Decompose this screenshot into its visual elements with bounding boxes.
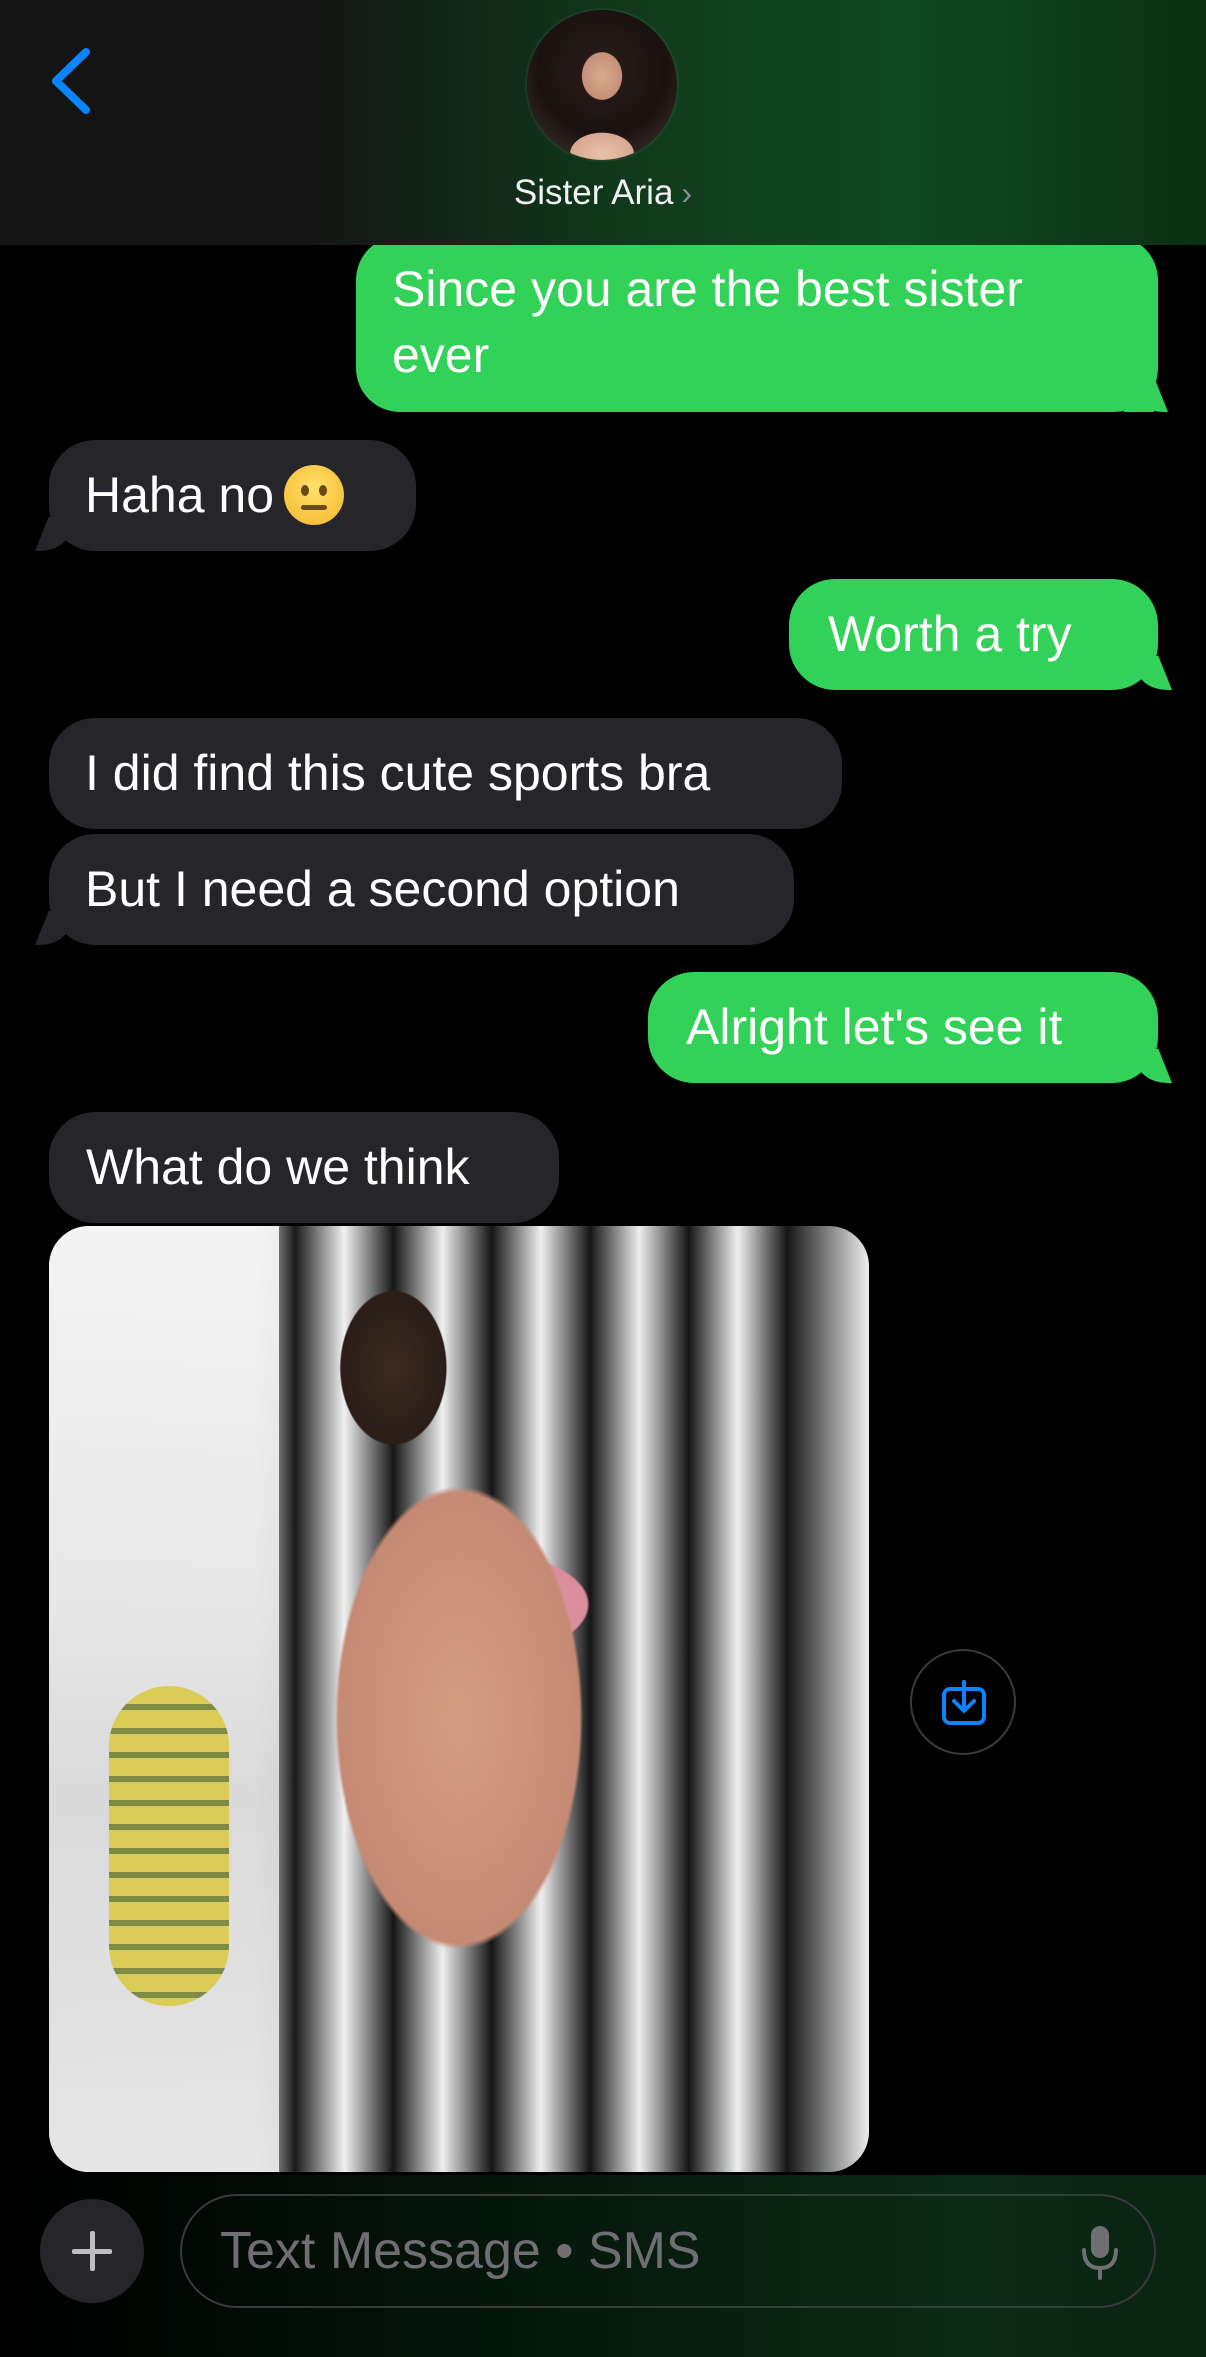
message-text: Haha no <box>85 467 275 523</box>
message-bubble-incoming[interactable]: I did find this cute sports bra <box>49 718 842 829</box>
chevron-left-icon[interactable] <box>46 46 96 116</box>
photo-attachment[interactable] <box>49 1226 869 2172</box>
chevron-right-icon: › <box>681 175 693 211</box>
message-text: I did find this cute sports bra <box>85 745 711 801</box>
contact-name[interactable]: Sister Aria › <box>0 173 1206 213</box>
message-bubble-outgoing[interactable]: Alright let's see it <box>648 972 1158 1083</box>
conversation-header: Sister Aria › <box>0 0 1206 245</box>
message-text: But I need a second option <box>85 861 680 917</box>
message-input-placeholder: Text Message • SMS <box>220 2222 701 2280</box>
message-text: Since you are the best sister ever <box>392 261 1023 383</box>
message-bubble-incoming[interactable]: But I need a second option <box>49 834 794 945</box>
avatar[interactable] <box>527 10 677 160</box>
neutral-face-emoji <box>284 464 345 525</box>
microphone-icon[interactable] <box>1080 2224 1120 2282</box>
message-text: Worth a try <box>828 606 1072 662</box>
download-icon <box>942 1680 986 1725</box>
message-text: Alright let's see it <box>686 999 1063 1055</box>
message-input[interactable]: Text Message • SMS <box>180 2194 1156 2308</box>
contact-name-label: Sister Aria <box>513 173 674 212</box>
message-bubble-incoming[interactable]: What do we think <box>49 1112 559 1223</box>
message-bubble-outgoing[interactable]: Worth a try <box>789 579 1158 690</box>
message-bubble-incoming[interactable]: Haha no <box>49 440 416 551</box>
save-photo-button[interactable] <box>910 1649 1016 1755</box>
message-bubble-outgoing[interactable]: Since you are the best sister ever <box>356 236 1158 412</box>
message-thread: Since you are the best sister ever Haha … <box>0 0 1206 2175</box>
plus-button[interactable] <box>40 2199 144 2303</box>
message-text: What do we think <box>86 1139 470 1195</box>
